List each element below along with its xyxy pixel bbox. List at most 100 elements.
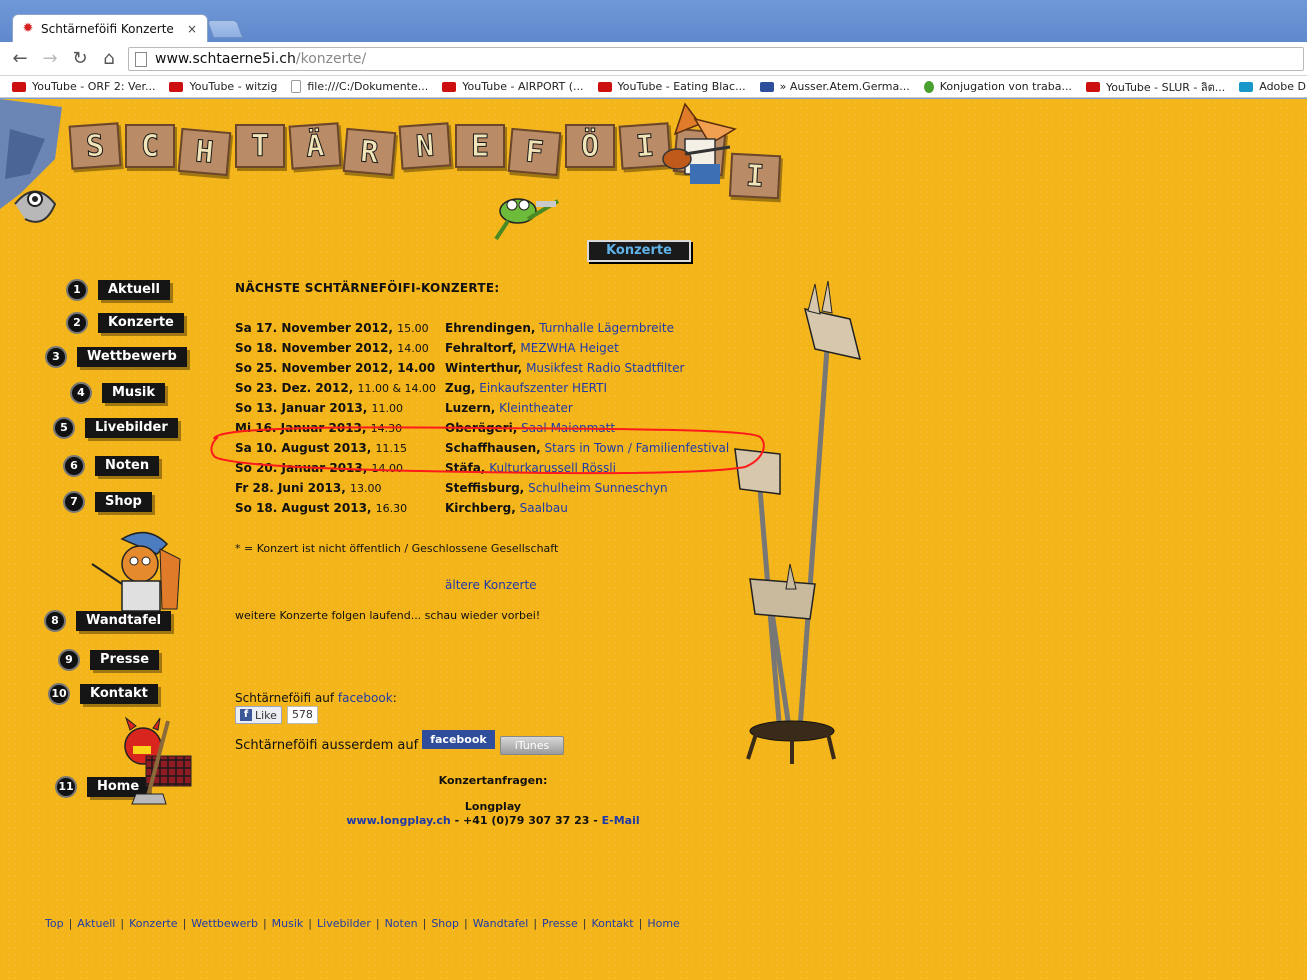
logo-letter-tile: T	[235, 124, 285, 168]
footer-link-top[interactable]: Top	[45, 917, 64, 930]
home-icon[interactable]: ⌂	[97, 47, 121, 71]
bookmark-item[interactable]: » Ausser.Atem.Germa...	[759, 80, 910, 93]
agency-name: Longplay	[464, 800, 522, 813]
footer-link-musik[interactable]: Musik	[272, 917, 304, 930]
concert-venue-link[interactable]: MEZWHA Heiget	[520, 341, 619, 355]
frog-illustration	[494, 198, 560, 241]
bookmark-item[interactable]: YouTube - SLUR - ลิต...	[1085, 78, 1225, 96]
bookmark-item[interactable]: YouTube - AIRPORT (...	[442, 80, 584, 93]
footer-link-home[interactable]: Home	[647, 917, 679, 930]
footer-separator: |	[582, 917, 587, 930]
footer-link-presse[interactable]: Presse	[542, 917, 578, 930]
itunes-badge-link[interactable]: iTunes	[499, 736, 565, 755]
concert-date: So 18. August 2013, 16.30	[235, 501, 408, 515]
bookmark-item[interactable]: YouTube - Eating Blac...	[597, 80, 746, 93]
concert-row: Sa 10. August 2013, 11.15 Schaffhausen, S…	[235, 441, 795, 461]
like-button[interactable]: f Like	[235, 706, 282, 724]
nav-item-musik[interactable]: 4 Musik	[70, 382, 166, 404]
nav-number-badge: 5	[53, 417, 75, 439]
nav-item-shop[interactable]: 7 Shop	[63, 491, 152, 513]
tab-close-icon[interactable]: ×	[185, 22, 199, 36]
devil-sweeper-illustration	[124, 716, 192, 805]
concert-venue-link[interactable]: Musikfest Radio Stadtfilter	[526, 361, 684, 375]
facebook-text-link[interactable]: facebook	[338, 691, 393, 705]
footer-link-noten[interactable]: Noten	[385, 917, 418, 930]
email-link[interactable]: E-Mail	[602, 814, 640, 827]
concert-date: Sa 17. November 2012, 15.00	[235, 321, 429, 335]
nav-item-konzerte[interactable]: 2 Konzerte	[66, 312, 184, 334]
nav-item-kontakt[interactable]: 10 Kontakt	[48, 683, 158, 705]
nav-item-noten[interactable]: 6 Noten	[63, 455, 160, 477]
concert-place: Luzern, Kleintheater	[445, 401, 573, 415]
new-tab-button[interactable]	[206, 20, 244, 38]
facebook-line-prefix: Schtärneföifi auf	[235, 691, 338, 705]
bookmark-label: » Ausser.Atem.Germa...	[779, 80, 910, 93]
concert-date: So 23. Dez. 2012, 11.00 & 14.00	[235, 381, 437, 395]
older-concerts-link[interactable]: ältere Konzerte	[445, 578, 537, 592]
footer-link-kontakt[interactable]: Kontakt	[591, 917, 633, 930]
footer-separator: |	[182, 917, 187, 930]
address-bar[interactable]: www.schtaerne5i.ch/konzerte/	[128, 47, 1304, 71]
facebook-badge-link[interactable]: facebook	[422, 730, 495, 749]
bookmark-label: YouTube - ORF 2: Ver...	[32, 80, 156, 93]
nav-item-presse[interactable]: 9 Presse	[58, 649, 160, 671]
nav-item-livebilder[interactable]: 5 Livebilder	[53, 417, 178, 439]
concert-venue-link[interactable]: Stars in Town / Familienfestival	[545, 441, 730, 455]
k-icon	[1239, 81, 1254, 92]
concert-place: Stäfa, Kulturkarussell Rössli	[445, 461, 616, 475]
concert-time: 11.00	[371, 402, 404, 415]
bookmark-item[interactable]: file:///C:/Dokumente...	[291, 80, 428, 93]
footer-link-wettbewerb[interactable]: Wettbewerb	[191, 917, 258, 930]
concert-venue-link[interactable]: Einkaufszenter HERTI	[479, 381, 607, 395]
footer-link-aktuell[interactable]: Aktuell	[77, 917, 115, 930]
concerts-content: NÄCHSTE SCHTÄRNEFÖIFI-KONZERTE: Sa 17. N…	[235, 281, 795, 827]
url-path: /konzerte/	[295, 51, 367, 67]
conductor-fox-illustration	[91, 531, 181, 612]
bookmark-item[interactable]: Konjugation von traba...	[923, 80, 1072, 93]
nav-number-badge: 9	[58, 649, 80, 671]
inquiry-heading: Konzertanfragen:	[438, 774, 548, 787]
nav-item-aktuell[interactable]: 1 Aktuell	[66, 279, 170, 301]
concert-venue-link[interactable]: Schulheim Sunneschyn	[528, 481, 668, 495]
concert-row: So 25. November 2012, 14.00 Winterthur, …	[235, 361, 795, 381]
youtube-icon	[1085, 81, 1100, 92]
person-icon	[923, 80, 934, 93]
bookmark-item[interactable]: YouTube - witzig	[169, 80, 277, 93]
concert-date: Sa 10. August 2013, 11.15	[235, 441, 408, 455]
browser-tab[interactable]: ✹ Schtärneföifi Konzerte ×	[12, 14, 208, 42]
logo-letter-tile: R	[342, 127, 397, 177]
browser-toolbar: ← → ↻ ⌂ www.schtaerne5i.ch/konzerte/	[0, 42, 1307, 76]
concert-place: Oberägeri, Saal Maienmatt	[445, 421, 615, 435]
site-favicon-icon: ✹	[22, 20, 34, 36]
concert-venue-link[interactable]: Saalbau	[520, 501, 568, 515]
longplay-link[interactable]: www.longplay.ch	[346, 814, 450, 827]
footer-separator: |	[120, 917, 125, 930]
concert-city: Stäfa,	[445, 461, 486, 475]
concert-place: Schaffhausen, Stars in Town / Familienfe…	[445, 441, 729, 455]
concert-city: Zug,	[445, 381, 476, 395]
concert-row: So 13. Januar 2013, 11.00 Luzern, Kleinth…	[235, 401, 795, 421]
nav-number-badge: 8	[44, 610, 66, 632]
footer-link-shop[interactable]: Shop	[431, 917, 459, 930]
page-viewport: SCHTÄRNEFÖIFI Konzerte 1Aktuell2Konzerte…	[0, 99, 1307, 980]
concert-date: Mi 16. Januar 2013, 14.30	[235, 421, 403, 435]
nav-number-badge: 7	[63, 491, 85, 513]
footer-link-wandtafel[interactable]: Wandtafel	[473, 917, 529, 930]
concert-city: Ehrendingen,	[445, 321, 536, 335]
nav-item-wettbewerb[interactable]: 3 Wettbewerb	[45, 346, 187, 368]
bookmark-item[interactable]: YouTube - ORF 2: Ver...	[12, 80, 155, 93]
bookmark-item[interactable]: Adobe Dreamweaver ...	[1239, 80, 1307, 93]
concert-venue-link[interactable]: Kleintheater	[499, 401, 573, 415]
footer-separator: |	[422, 917, 427, 930]
forward-arrow-icon[interactable]: →	[38, 47, 62, 71]
concert-venue-link[interactable]: Saal Maienmatt	[521, 421, 615, 435]
footer-link-livebilder[interactable]: Livebilder	[317, 917, 371, 930]
concert-venue-link[interactable]: Turnhalle Lägernbreite	[539, 321, 674, 335]
back-arrow-icon[interactable]: ←	[8, 47, 32, 71]
concert-row: Mi 16. Januar 2013, 14.30 Oberägeri, Saal…	[235, 421, 795, 441]
tab-title: Schtärneföifi Konzerte	[41, 21, 174, 36]
blog-icon	[759, 81, 774, 92]
reload-icon[interactable]: ↻	[68, 47, 92, 71]
footer-link-konzerte[interactable]: Konzerte	[129, 917, 178, 930]
concert-venue-link[interactable]: Kulturkarussell Rössli	[489, 461, 616, 475]
